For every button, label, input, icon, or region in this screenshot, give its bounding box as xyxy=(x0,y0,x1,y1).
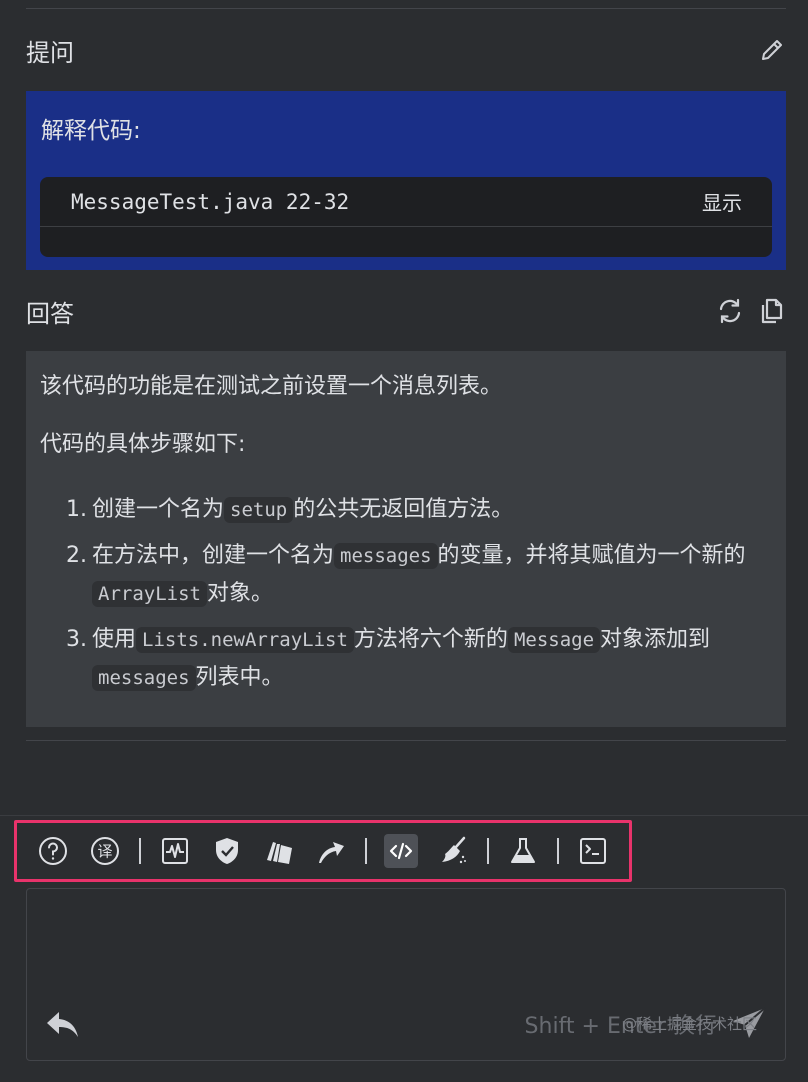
answer-box: 该代码的功能是在测试之前设置一个消息列表。 代码的具体步骤如下: 1. 创建一个… xyxy=(26,351,786,727)
shield-icon[interactable] xyxy=(210,834,244,868)
undo-icon[interactable] xyxy=(43,1008,83,1042)
step-text: 使用 xyxy=(92,627,137,652)
list-item: 2. 在方法中，创建一个名为 messages 的变量，并将其赋值为一个新的 Arra… xyxy=(66,537,772,613)
copy-icon[interactable] xyxy=(758,297,786,325)
toolbar-separator xyxy=(365,838,367,864)
answer-header: 回答 xyxy=(26,291,786,331)
show-code-button[interactable]: 显示 xyxy=(702,187,742,216)
inline-code: Message xyxy=(507,627,601,653)
list-item-text: 在方法中，创建一个名为 messages 的变量，并将其赋值为一个新的 ArrayLi… xyxy=(92,537,772,613)
code-file-reference: MessageTest.java 22-32 xyxy=(71,189,350,214)
question-box: 解释代码: MessageTest.java 22-32 显示 xyxy=(26,91,786,270)
answer-steps-list: 1. 创建一个名为 setup 的公共无返回值方法。 2. 在方法中，创建一个名为 m… xyxy=(40,491,772,697)
chat-input-area: Shift + Enter 换行 @稀土掘金技术社区 xyxy=(26,888,786,1061)
inline-code: messages xyxy=(92,665,196,691)
inline-code: setup xyxy=(224,497,294,523)
question-label: 解释代码: xyxy=(41,118,141,144)
toolbar-divider xyxy=(0,815,808,816)
toolbar-separator xyxy=(487,838,489,864)
inline-code: ArrayList xyxy=(92,581,207,607)
answer-summary: 该代码的功能是在测试之前设置一个消息列表。 xyxy=(40,374,503,399)
inline-code: messages xyxy=(334,543,438,569)
step-text: 的变量，并将其赋值为一个新的 xyxy=(437,543,746,568)
list-number: 2. xyxy=(66,543,87,568)
translate-glyph: 译 xyxy=(97,843,112,861)
translate-icon[interactable]: 译 xyxy=(88,834,122,868)
flask-icon[interactable] xyxy=(506,834,540,868)
step-text: 对象。 xyxy=(206,581,273,606)
step-text: 方法将六个新的 xyxy=(353,627,508,652)
inline-code: Lists.newArrayList xyxy=(136,627,354,653)
answer-actions xyxy=(716,297,786,325)
code-reference-row: MessageTest.java 22-32 显示 xyxy=(40,177,772,227)
step-text: 在方法中，创建一个名为 xyxy=(92,543,335,568)
pulse-icon[interactable] xyxy=(158,834,192,868)
chat-input[interactable] xyxy=(37,899,775,999)
step-text: 列表中。 xyxy=(195,665,284,690)
toolbar-separator xyxy=(557,838,559,864)
refresh-icon[interactable] xyxy=(716,297,744,325)
edit-pencil-icon[interactable] xyxy=(758,36,786,64)
list-number: 3. xyxy=(66,627,87,652)
action-toolbar: 译 xyxy=(14,820,632,882)
list-number: 1. xyxy=(66,497,87,522)
broom-icon[interactable] xyxy=(436,834,470,868)
toolbar-separator xyxy=(139,838,141,864)
terminal-icon[interactable] xyxy=(576,834,610,868)
top-divider xyxy=(26,8,786,9)
answer-title: 回答 xyxy=(26,299,74,328)
code-icon[interactable] xyxy=(384,834,418,868)
watermark: @稀土掘金技术社区 xyxy=(621,1015,757,1033)
code-reference-card: MessageTest.java 22-32 显示 xyxy=(40,177,772,257)
question-title: 提问 xyxy=(26,38,74,67)
question-icon[interactable] xyxy=(36,834,70,868)
step-text: 对象添加到 xyxy=(600,627,711,652)
list-item-text: 使用 Lists.newArrayList 方法将六个新的 Message 对象添加到 m… xyxy=(92,621,772,697)
list-item: 1. 创建一个名为 setup 的公共无返回值方法。 xyxy=(66,491,772,529)
answer-divider xyxy=(26,740,786,741)
list-item: 3. 使用 Lists.newArrayList 方法将六个新的 Message 对象添… xyxy=(66,621,772,697)
question-header: 提问 xyxy=(26,30,786,70)
arrow-icon[interactable] xyxy=(314,834,348,868)
cards-icon[interactable] xyxy=(262,834,296,868)
step-text: 创建一个名为 xyxy=(92,497,225,522)
step-text: 的公共无返回值方法。 xyxy=(293,497,514,522)
list-item-text: 创建一个名为 setup 的公共无返回值方法。 xyxy=(92,491,513,529)
answer-steps-intro: 代码的具体步骤如下: xyxy=(40,432,246,457)
